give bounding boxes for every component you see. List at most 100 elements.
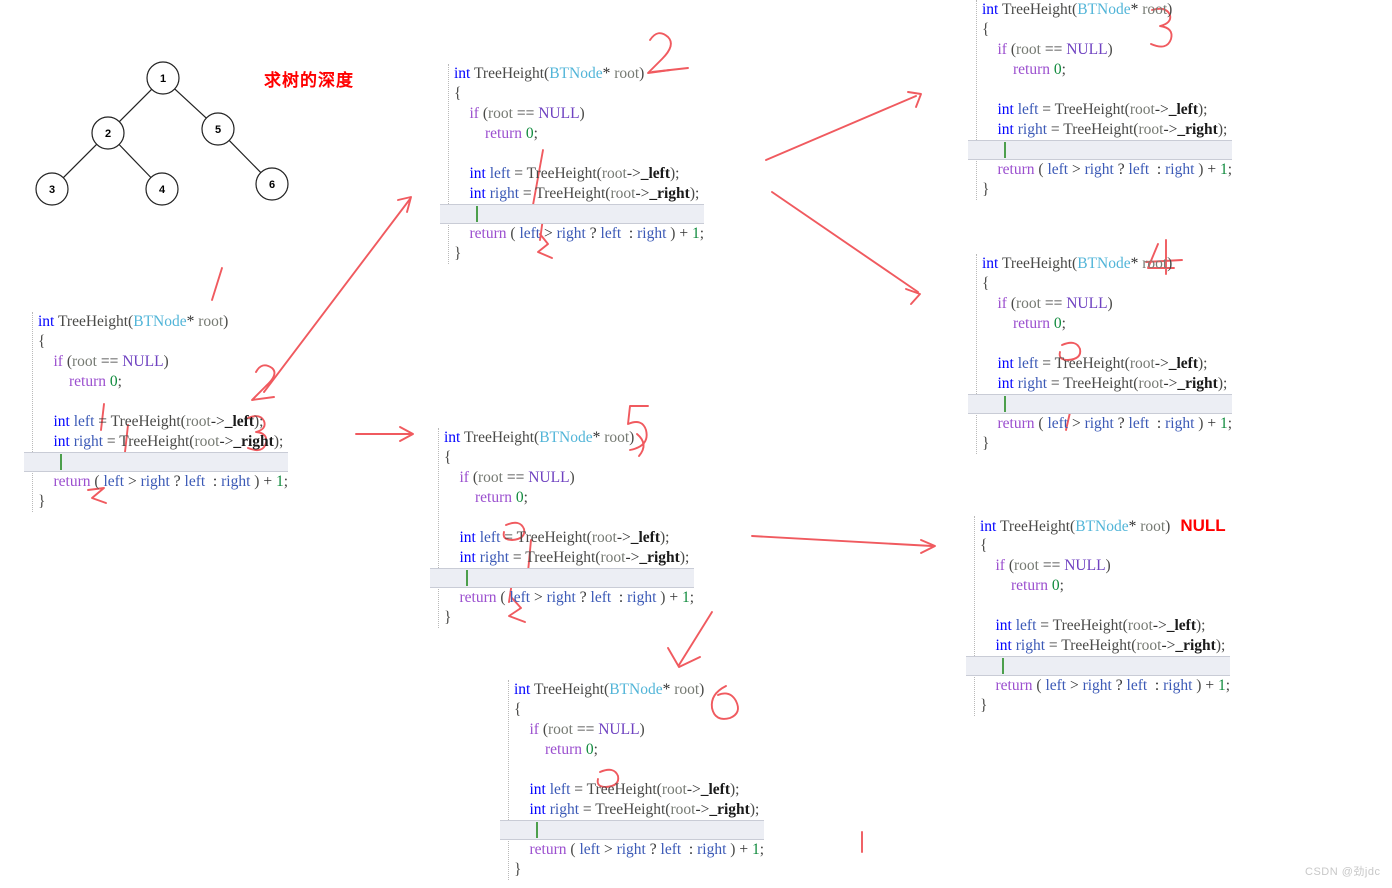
- cursor-line-marker: [536, 822, 538, 838]
- code-line[interactable]: int TreeHeight(BTNode* root): [968, 0, 1232, 20]
- code-line[interactable]: return ( left > right ? left : right ) +…: [500, 840, 765, 860]
- arrow-block1-to-block2-head: [397, 196, 412, 213]
- code-line[interactable]: {: [430, 448, 694, 468]
- code-block-middle[interactable]: int TreeHeight(BTNode* root){ if (root =…: [430, 428, 694, 628]
- code-line[interactable]: return 0;: [966, 576, 1230, 596]
- code-line-highlighted[interactable]: [966, 656, 1230, 676]
- code-line[interactable]: {: [968, 274, 1232, 294]
- tree-edge-n2-n3: [62, 143, 98, 179]
- code-line[interactable]: }: [968, 180, 1232, 200]
- code-line-highlighted[interactable]: [24, 452, 288, 472]
- code-line[interactable]: int right = TreeHeight(root->_right);: [430, 548, 694, 568]
- code-line[interactable]: if (root == NULL): [968, 294, 1232, 314]
- code-line[interactable]: }: [968, 434, 1232, 454]
- tree-edge-n5-n6: [228, 139, 262, 174]
- code-line[interactable]: return 0;: [440, 124, 704, 144]
- code-line[interactable]: return 0;: [500, 740, 764, 760]
- code-line[interactable]: int right = TreeHeight(root->_right);: [968, 374, 1232, 394]
- code-block-top-middle[interactable]: int TreeHeight(BTNode* root){ if (root =…: [440, 64, 704, 264]
- code-line[interactable]: if (root == NULL): [966, 556, 1230, 576]
- code-line[interactable]: {: [968, 20, 1232, 40]
- code-line[interactable]: int right = TreeHeight(root->_right);: [500, 800, 764, 820]
- code-line[interactable]: int TreeHeight(BTNode* root): [430, 428, 694, 448]
- tree-edge-n2-n4: [118, 144, 152, 178]
- code-line-highlighted[interactable]: [440, 204, 704, 224]
- arrow-block5-to-block7: [751, 535, 933, 547]
- code-line[interactable]: [440, 144, 704, 164]
- code-line[interactable]: if (root == NULL): [968, 40, 1232, 60]
- code-block-top-right[interactable]: int TreeHeight(BTNode* root){ if (root =…: [968, 0, 1232, 200]
- code-line[interactable]: [968, 80, 1232, 100]
- tree-edges: [62, 88, 262, 179]
- code-line[interactable]: int TreeHeight(BTNode* root): [24, 312, 288, 332]
- code-line[interactable]: int left = TreeHeight(root->_left);: [966, 616, 1230, 636]
- code-line[interactable]: int right = TreeHeight(root->_right);: [968, 120, 1232, 140]
- code-line[interactable]: {: [440, 84, 704, 104]
- cursor-line-marker: [1002, 658, 1004, 674]
- code-line[interactable]: if (root == NULL): [24, 352, 288, 372]
- code-line[interactable]: int TreeHeight(BTNode* root): [500, 680, 764, 700]
- tree-node-label: 6: [269, 179, 275, 191]
- code-line[interactable]: {: [24, 332, 288, 352]
- tree-edge-n1-n5: [174, 88, 207, 119]
- csdn-watermark: CSDN @劲jdc: [1305, 866, 1381, 878]
- code-line[interactable]: return ( left > right ? left : right ) +…: [968, 160, 1233, 180]
- code-line[interactable]: }: [430, 608, 694, 628]
- code-line[interactable]: return ( left > right ? left : right ) +…: [24, 472, 289, 492]
- tree-node-4: 4: [145, 172, 179, 206]
- code-line[interactable]: int left = TreeHeight(root->_left);: [500, 780, 764, 800]
- code-line[interactable]: if (root == NULL): [500, 720, 764, 740]
- code-line-highlighted[interactable]: [968, 394, 1232, 414]
- code-line[interactable]: {: [966, 536, 1230, 556]
- tree-node-1: 1: [146, 61, 180, 95]
- code-line[interactable]: int left = TreeHeight(root->_left);: [968, 100, 1232, 120]
- code-line[interactable]: [430, 508, 694, 528]
- code-line-highlighted[interactable]: [968, 140, 1232, 160]
- code-line[interactable]: int TreeHeight(BTNode* root) NULL: [966, 516, 1230, 536]
- code-line[interactable]: return 0;: [24, 372, 288, 392]
- diagram-title-note: 求树的深度: [264, 71, 354, 90]
- tree-node-6: 6: [255, 167, 289, 201]
- code-line[interactable]: }: [24, 492, 288, 512]
- code-line[interactable]: int right = TreeHeight(root->_right);: [966, 636, 1230, 656]
- code-line-highlighted[interactable]: [430, 568, 694, 588]
- arrow-block2-to-block4-head: [905, 288, 921, 305]
- code-line[interactable]: int left = TreeHeight(root->_left);: [430, 528, 694, 548]
- code-line[interactable]: if (root == NULL): [440, 104, 704, 124]
- code-line[interactable]: [966, 596, 1230, 616]
- code-line[interactable]: return ( left > right ? left : right ) +…: [966, 676, 1231, 696]
- code-line[interactable]: return 0;: [968, 314, 1232, 334]
- code-block-bottom-left[interactable]: int TreeHeight(BTNode* root){ if (root =…: [24, 312, 288, 512]
- code-line[interactable]: [24, 392, 288, 412]
- code-line[interactable]: int right = TreeHeight(root->_right);: [440, 184, 704, 204]
- code-line[interactable]: int left = TreeHeight(root->_left);: [968, 354, 1232, 374]
- code-line[interactable]: [968, 334, 1232, 354]
- code-line[interactable]: int TreeHeight(BTNode* root): [440, 64, 704, 84]
- arrow-block5-to-block7-head: [920, 539, 936, 554]
- code-line-highlighted[interactable]: [500, 820, 764, 840]
- null-annotation: NULL: [1180, 516, 1226, 535]
- code-line[interactable]: int left = TreeHeight(root->_left);: [440, 164, 704, 184]
- cursor-line-marker: [466, 570, 468, 586]
- code-line[interactable]: [500, 760, 764, 780]
- code-block-bottom-middle[interactable]: int TreeHeight(BTNode* root){ if (root =…: [500, 680, 764, 880]
- code-line[interactable]: return 0;: [968, 60, 1232, 80]
- cursor-line-marker: [60, 454, 62, 470]
- code-line[interactable]: if (root == NULL): [430, 468, 694, 488]
- code-line[interactable]: return ( left > right ? left : right ) +…: [968, 414, 1233, 434]
- code-line[interactable]: return 0;: [430, 488, 694, 508]
- code-block-bottom-right[interactable]: int TreeHeight(BTNode* root) NULL{ if (ro…: [966, 516, 1230, 716]
- code-line[interactable]: }: [966, 696, 1230, 716]
- cursor-line-marker: [1004, 396, 1006, 412]
- cursor-line-marker: [1004, 142, 1006, 158]
- code-line[interactable]: return ( left > right ? left : right ) +…: [430, 588, 695, 608]
- tree-node-2: 2: [91, 116, 125, 150]
- code-line[interactable]: int right = TreeHeight(root->_right);: [24, 432, 288, 452]
- code-line[interactable]: }: [440, 244, 704, 264]
- code-line[interactable]: return ( left > right ? left : right ) +…: [440, 224, 705, 244]
- code-line[interactable]: }: [500, 860, 764, 880]
- code-line[interactable]: int TreeHeight(BTNode* root): [968, 254, 1232, 274]
- code-block-middle-right[interactable]: int TreeHeight(BTNode* root){ if (root =…: [968, 254, 1232, 454]
- code-line[interactable]: {: [500, 700, 764, 720]
- code-line[interactable]: int left = TreeHeight(root->_left);: [24, 412, 288, 432]
